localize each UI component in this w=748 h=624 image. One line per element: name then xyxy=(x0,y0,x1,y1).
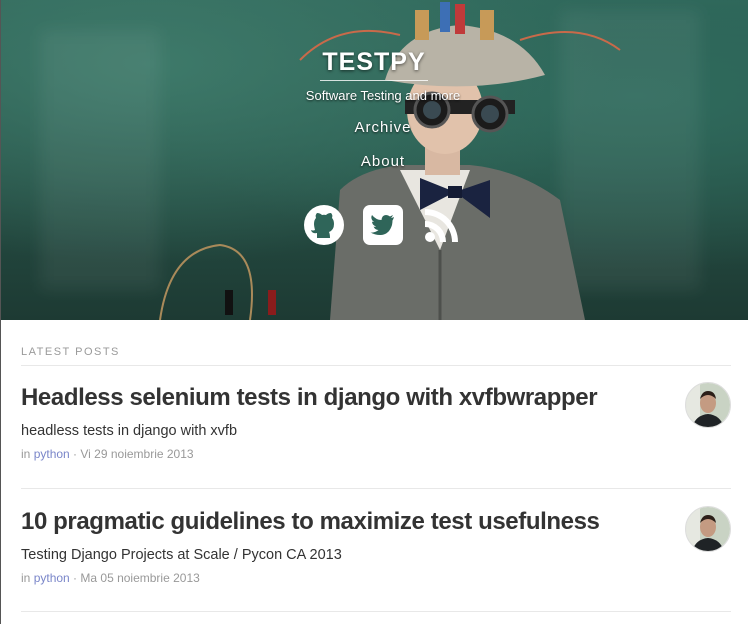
hero-header: TESTPY Software Testing and more Archive… xyxy=(0,0,748,320)
divider xyxy=(21,488,731,489)
social-links xyxy=(0,204,748,246)
rss-icon[interactable] xyxy=(421,204,463,246)
nav-archive-link[interactable]: Archive xyxy=(0,119,748,136)
meta-prefix: in xyxy=(21,447,34,461)
post-title-link[interactable]: 10 pragmatic guidelines to maximize test… xyxy=(21,508,600,536)
post-meta: in python · Ma 05 noiembrie 2013 xyxy=(21,571,200,585)
nav-about-link[interactable]: About xyxy=(0,153,748,170)
post-meta: in python · Vi 29 noiembrie 2013 xyxy=(21,447,194,461)
divider xyxy=(21,365,731,366)
author-avatar xyxy=(685,506,731,552)
site-title[interactable]: TESTPY xyxy=(0,48,748,81)
avatar-photo xyxy=(686,507,730,551)
post-subtitle: Testing Django Projects at Scale / Pycon… xyxy=(21,547,342,563)
window-left-edge xyxy=(0,0,1,624)
author-avatar xyxy=(685,382,731,428)
divider xyxy=(21,611,731,612)
post-date: Ma 05 noiembrie 2013 xyxy=(80,571,200,585)
meta-separator: · xyxy=(69,447,81,461)
site-tagline: Software Testing and more xyxy=(305,88,461,103)
github-icon[interactable] xyxy=(303,204,345,246)
section-heading: LATEST POSTS xyxy=(21,346,120,358)
category-link[interactable]: python xyxy=(34,571,70,585)
twitter-icon[interactable] xyxy=(362,204,404,246)
hero-overlay: TESTPY Software Testing and more Archive… xyxy=(0,0,748,320)
meta-prefix: in xyxy=(21,571,34,585)
post-title-link[interactable]: Headless selenium tests in django with x… xyxy=(21,384,598,412)
category-link[interactable]: python xyxy=(34,447,70,461)
meta-separator: · xyxy=(69,571,81,585)
avatar-photo xyxy=(686,383,730,427)
post-date: Vi 29 noiembrie 2013 xyxy=(80,447,194,461)
post-subtitle: headless tests in django with xvfb xyxy=(21,423,238,439)
